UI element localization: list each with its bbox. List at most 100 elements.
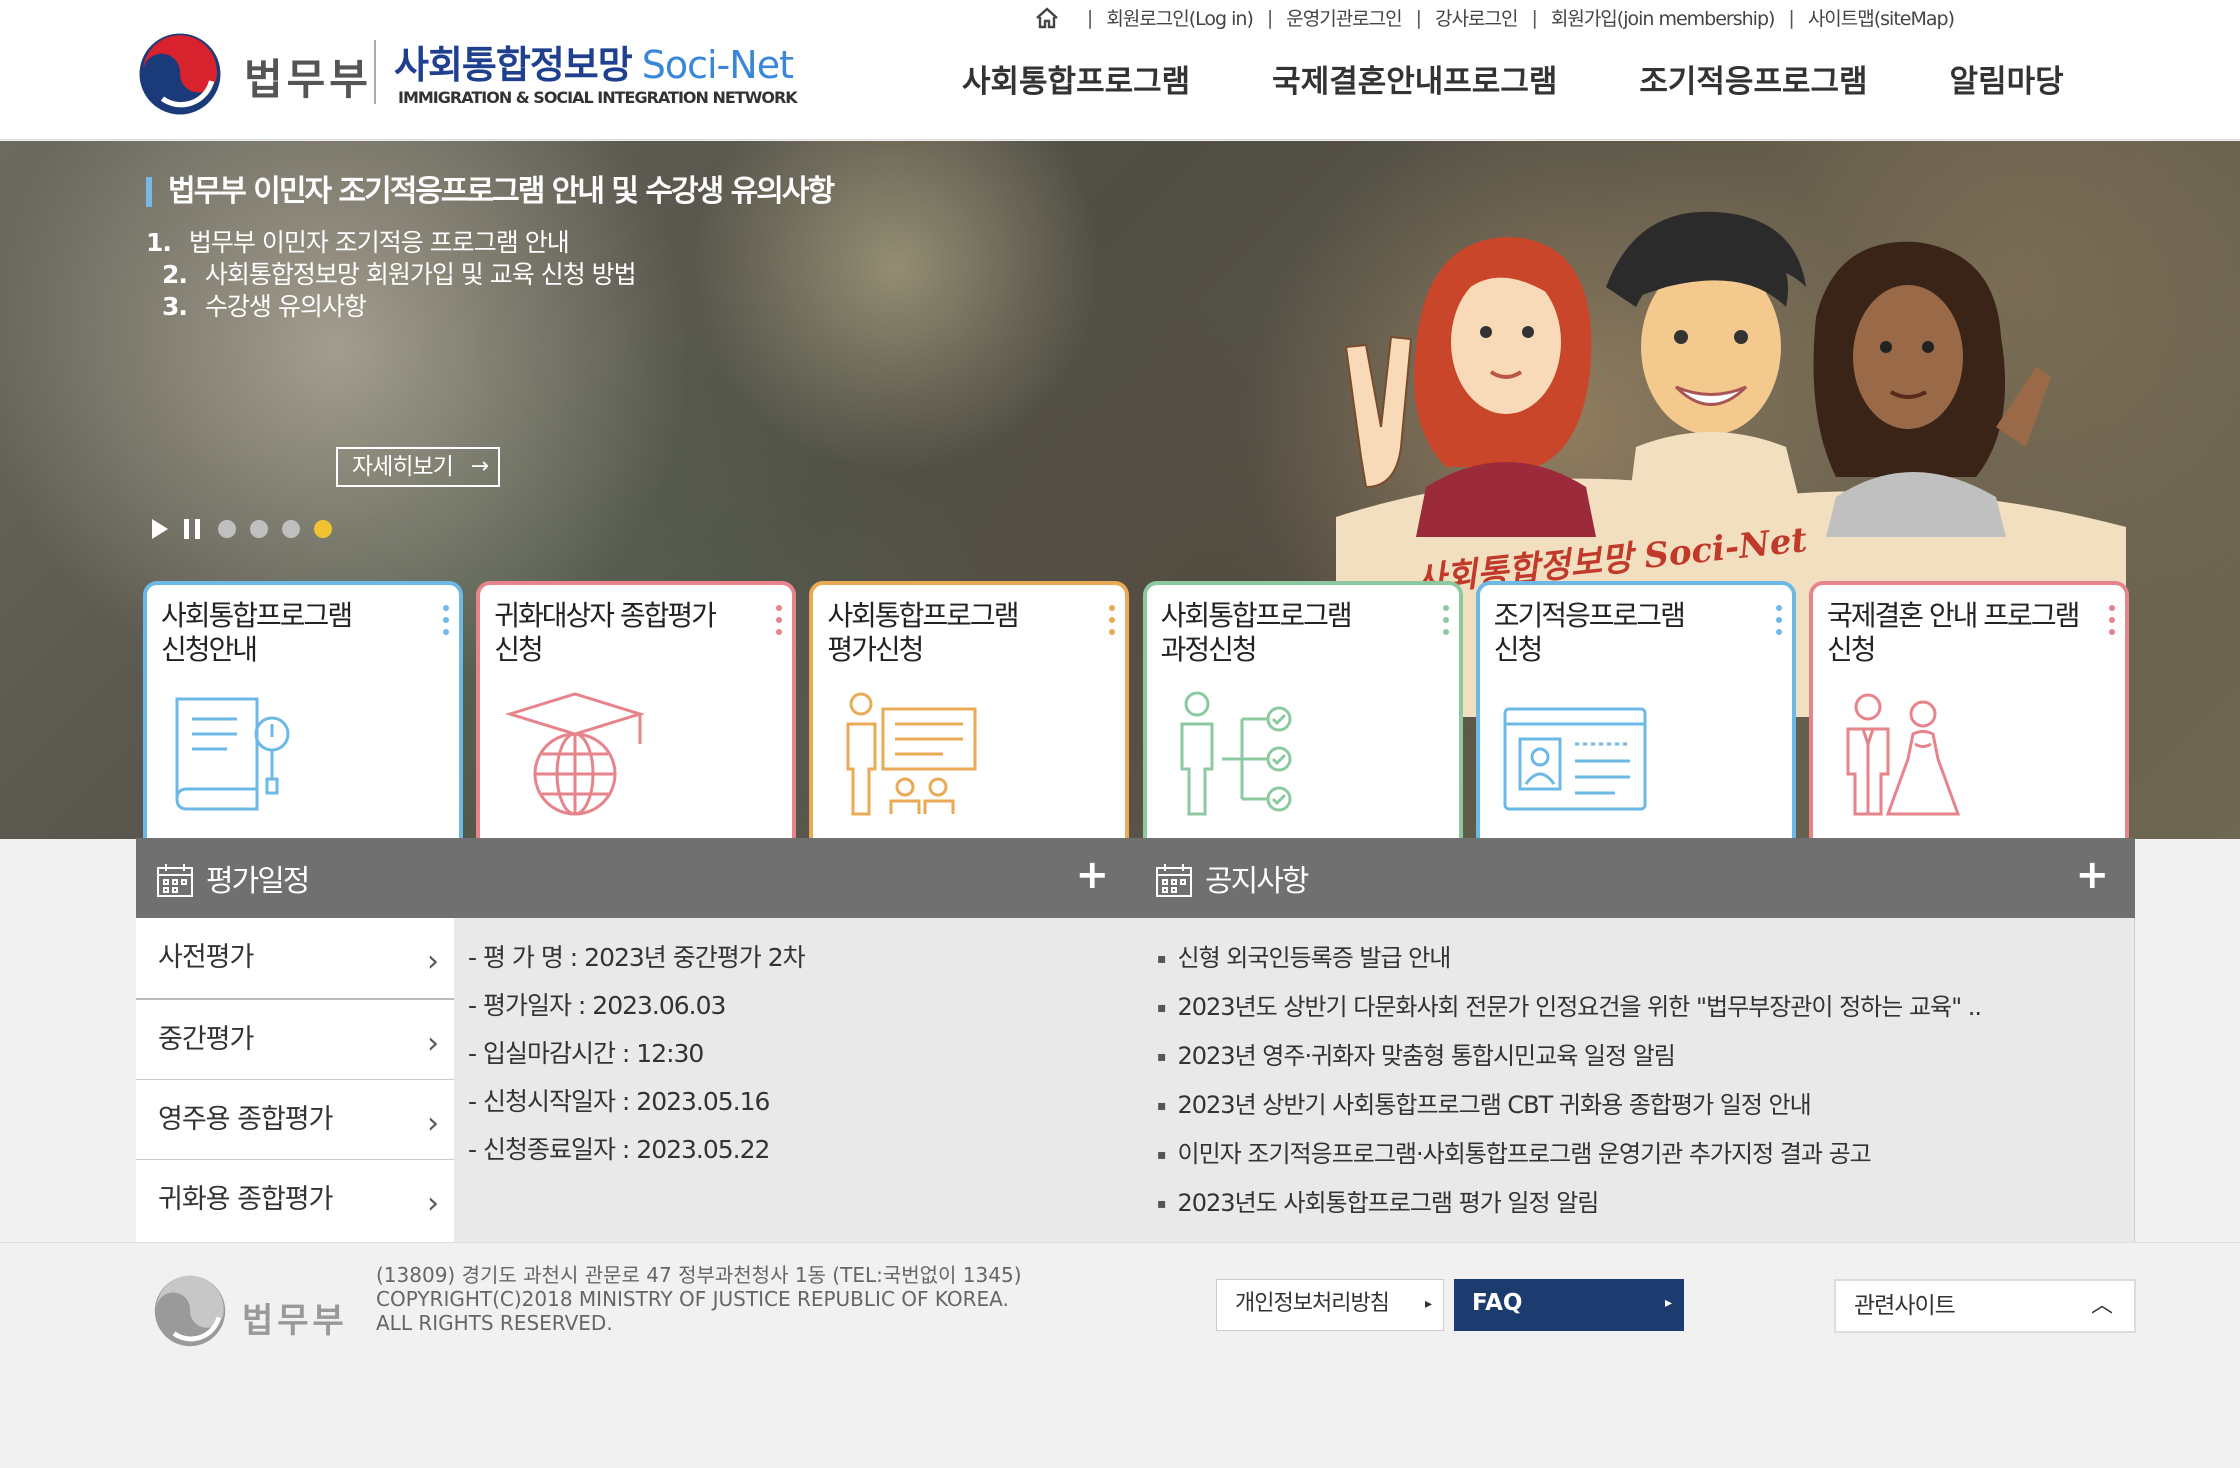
taegeuk-logo-icon — [139, 33, 221, 115]
join-membership-link[interactable]: 회원가입(join membership) — [1551, 4, 1776, 31]
couple-icon — [1846, 693, 1961, 816]
tab-pre-evaluation[interactable]: 사전평가 › — [136, 918, 454, 1000]
logo-subtitle: IMMIGRATION & SOCIAL INTEGRATION NETWORK — [398, 88, 798, 107]
id-card-icon — [1503, 707, 1647, 811]
pause-icon[interactable] — [184, 519, 200, 539]
card-social-program-course[interactable]: 사회통합프로그램 과정신청 — [1142, 581, 1463, 839]
notice-panel-header: 공지사항 + — [1135, 838, 2135, 918]
card-label: 조기적응프로그램 신청 — [1493, 599, 1686, 666]
play-icon[interactable] — [152, 519, 168, 539]
privacy-policy-button[interactable]: 개인정보처리방침 ▸ — [1216, 1279, 1444, 1331]
slide-dot[interactable] — [250, 520, 268, 538]
schedule-more-plus-icon[interactable]: + — [1075, 852, 1109, 898]
slide-dot[interactable] — [282, 520, 300, 538]
calendar-icon — [157, 864, 193, 897]
caret-right-icon: ▸ — [1664, 1295, 1672, 1311]
schedule-detail: - 평 가 명 : 2023년 중간평가 2차 - 평가일자 : 2023.06… — [454, 918, 1135, 1242]
utility-separator: | — [1788, 6, 1794, 29]
nav-intl-marriage[interactable]: 국제결혼안내프로그램 — [1272, 56, 1557, 101]
hero-title: 법무부 이민자 조기적응프로그램 안내 및 수강생 유의사항 — [146, 177, 835, 207]
footer-address: (13809) 경기도 과천시 관문로 47 정부과천청사 1동 (TEL:국번… — [376, 1263, 1022, 1335]
site-header: 법무부 사회통합정보망 Soci-Net IMMIGRATION & SOCIAL… — [0, 0, 2240, 140]
notice-more-plus-icon[interactable]: + — [2075, 852, 2109, 898]
hero-list-item: 2. 사회통합정보망 회원가입 및 교육 신청 방법 — [162, 260, 637, 289]
notice-item[interactable]: 신형 외국인등록증 발급 안내 — [1157, 934, 2107, 983]
schedule-detail-line: - 신청종료일자 : 2023.05.22 — [468, 1135, 770, 1164]
notice-item[interactable]: 2023년도 사회통합프로그램 평가 일정 알림 — [1157, 1179, 2107, 1228]
chevron-right-icon: › — [427, 1186, 439, 1221]
tab-permanent-residence-eval[interactable]: 영주용 종합평가 › — [136, 1080, 454, 1160]
hero-list-item: 1. 법무부 이민자 조기적응 프로그램 안내 — [146, 228, 570, 257]
schedule-detail-line: - 평가일자 : 2023.06.03 — [468, 991, 726, 1020]
instructor-login-link[interactable]: 강사로그인 — [1435, 4, 1518, 31]
utility-separator: | — [1531, 6, 1537, 29]
kebab-icon — [1442, 605, 1449, 641]
info-section: 평가일정 + 공지사항 + 사전평가 › 중간평가 › 영주용 종합평가 › 귀화용 … — [136, 838, 2135, 1242]
view-details-button[interactable]: 자세히보기 → — [336, 447, 500, 487]
notice-item[interactable]: 이민자 조기적응프로그램·사회통합프로그램 운영기관 추가지정 결과 공고 — [1157, 1130, 2107, 1179]
tab-naturalization-eval[interactable]: 귀화용 종합평가 › — [136, 1160, 454, 1240]
sitemap-link[interactable]: 사이트맵(siteMap) — [1808, 4, 1955, 31]
utility-nav: | 회원로그인(Log in) | 운영기관로그인 | 강사로그인 | 회원가입… — [1035, 4, 1955, 31]
arrow-right-icon: → — [470, 454, 489, 479]
schedule-detail-line: - 신청시작일자 : 2023.05.16 — [468, 1087, 770, 1116]
notice-title: 공지사항 — [1205, 864, 1309, 899]
utility-separator: | — [1415, 6, 1422, 29]
card-label: 사회통합프로그램 평가신청 — [827, 599, 1019, 666]
notice-item[interactable]: 2023년 영주·귀화자 맞춤형 통합시민교육 일정 알림 — [1157, 1032, 2107, 1081]
caret-right-icon: ▸ — [1424, 1296, 1432, 1312]
hero-list-item: 3. 수강생 유의사항 — [162, 292, 367, 321]
hero-list: 1. 법무부 이민자 조기적응 프로그램 안내 2. 사회통합정보망 회원가입 및 … — [146, 227, 637, 323]
chevron-up-icon: ︿ — [2090, 1293, 2113, 1318]
nav-social-integration[interactable]: 사회통합프로그램 — [962, 56, 1190, 101]
faq-button[interactable]: FAQ ▸ — [1454, 1279, 1684, 1331]
logo-site-name-ko: 사회통합정보망 — [394, 43, 633, 87]
related-sites-select[interactable]: 관련사이트 ︿ — [1834, 1279, 2136, 1333]
kebab-icon — [1109, 605, 1116, 641]
card-label: 사회통합프로그램 과정신청 — [1160, 599, 1353, 666]
presentation-icon — [846, 692, 977, 816]
notice-item[interactable]: 2023년도 상반기 다문화사회 전문가 인정요건을 위한 "법무부장관이 정하… — [1157, 983, 2107, 1032]
logo-site-name: 사회통합정보망 Soci-Net — [394, 34, 794, 89]
kebab-icon — [776, 605, 783, 641]
nav-notice-board[interactable]: 알림마당 — [1950, 56, 2064, 101]
agency-login-link[interactable]: 운영기관로그인 — [1286, 4, 1402, 31]
chevron-right-icon: › — [427, 944, 439, 979]
schedule-panel-header: 평가일정 + — [136, 838, 1135, 918]
book-info-icon — [175, 697, 290, 811]
card-intl-marriage[interactable]: 국제결혼 안내 프로그램 신청 — [1808, 581, 2129, 839]
card-label: 국제결혼 안내 프로그램 신청 — [1826, 599, 2080, 666]
member-login-link[interactable]: 회원로그인(Log in) — [1106, 4, 1254, 31]
schedule-tabs: 사전평가 › 중간평가 › 영주용 종합평가 › 귀화용 종합평가 › — [136, 918, 454, 1242]
tab-mid-evaluation[interactable]: 중간평가 › — [136, 1000, 454, 1080]
site-logo[interactable]: 법무부 사회통합정보망 Soci-Net IMMIGRATION & SOCIAL… — [136, 28, 798, 118]
process-tree-icon — [1180, 691, 1292, 816]
footer-logo: 법무부 — [150, 1271, 350, 1351]
site-footer: 법무부 (13809) 경기도 과천시 관문로 47 정부과천청사 1동 (TE… — [0, 1242, 2240, 1468]
utility-separator: | — [1266, 6, 1273, 29]
slider-controls — [152, 519, 346, 539]
card-early-adaptation[interactable]: 조기적응프로그램 신청 — [1475, 581, 1796, 839]
main-nav: 사회통합프로그램 국제결혼안내프로그램 조기적응프로그램 알림마당 — [962, 56, 2064, 101]
utility-separator: | — [1086, 6, 1093, 29]
chevron-right-icon: › — [427, 1106, 439, 1141]
card-social-program-guide[interactable]: 사회통합프로그램 신청안내 — [143, 581, 463, 839]
logo-site-name-en: Soci-Net — [641, 43, 794, 87]
card-naturalization-eval[interactable]: 귀화대상자 종합평가 신청 — [476, 581, 797, 839]
card-label: 사회통합프로그램 신청안내 — [161, 599, 353, 666]
nav-early-adaptation[interactable]: 조기적응프로그램 — [1639, 56, 1867, 101]
footer-moj-text: 법무부 — [242, 1301, 348, 1341]
kebab-icon — [2108, 605, 2115, 641]
card-social-program-eval[interactable]: 사회통합프로그램 평가신청 — [809, 581, 1130, 839]
logo-divider — [374, 40, 376, 104]
slide-dot[interactable] — [218, 520, 236, 538]
kebab-icon — [443, 605, 449, 641]
slide-dot-active[interactable] — [314, 520, 332, 538]
schedule-detail-line: - 입실마감시간 : 12:30 — [468, 1039, 704, 1068]
chevron-right-icon: › — [427, 1026, 439, 1061]
home-icon[interactable] — [1035, 6, 1059, 30]
logo-moj-text: 법무부 — [244, 55, 372, 104]
schedule-title: 평가일정 — [206, 864, 310, 899]
taegeuk-gray-logo-icon — [154, 1275, 226, 1347]
notice-item[interactable]: 2023년 상반기 사회통합프로그램 CBT 귀화용 종합평가 일정 안내 — [1157, 1081, 2107, 1130]
